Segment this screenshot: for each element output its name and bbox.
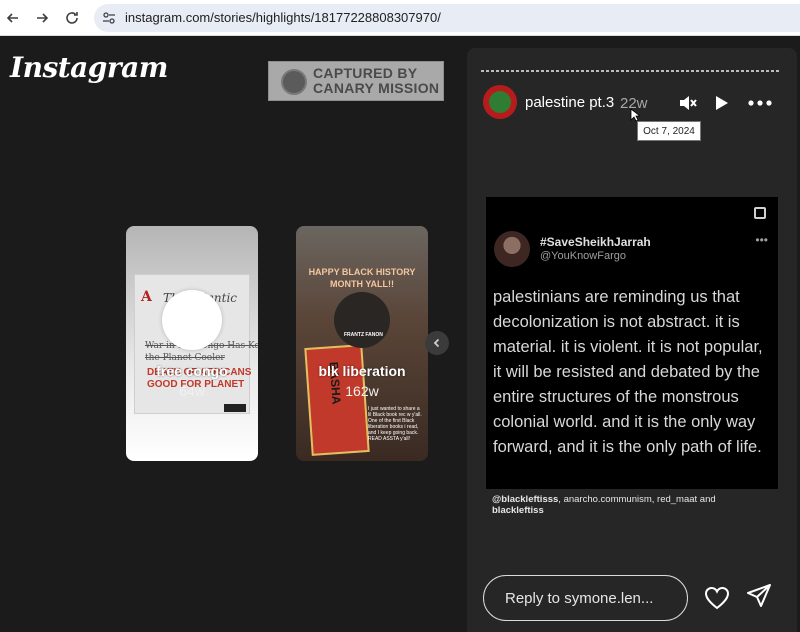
highlight-name: free congo (156, 363, 228, 379)
story-mentions: @blackleftisss, anarcho.communism, red_m… (492, 494, 716, 516)
browser-toolbar: instagram.com/stories/highlights/1817722… (0, 0, 800, 36)
more-options-icon[interactable] (747, 92, 773, 114)
mention-user-2[interactable]: blackleftiss (492, 505, 544, 516)
url-text: instagram.com/stories/highlights/1817722… (125, 10, 441, 25)
publisher-logo (224, 404, 246, 412)
highlight-avatar (162, 290, 222, 350)
highlight-card-blk-liberation[interactable]: HAPPY BLACK HISTORY MONTH YALL!! BASHA I… (296, 226, 428, 461)
play-icon[interactable] (710, 92, 732, 114)
story-progress-bar (481, 70, 781, 72)
card-caption: I just wanted to share a lil Black book … (368, 406, 422, 442)
story-post-image: #SaveSheikhJarrah @YouKnowFargo ••• pale… (486, 197, 778, 489)
back-icon[interactable] (2, 7, 24, 29)
bird-icon (281, 69, 307, 95)
date-tooltip: Oct 7, 2024 (637, 121, 701, 141)
previous-story-button[interactable] (425, 331, 449, 355)
reload-icon[interactable] (61, 7, 83, 29)
reply-input[interactable]: Reply to symone.len... (483, 575, 688, 621)
instagram-logo[interactable]: Instagram (10, 51, 168, 84)
highlight-avatar: FRANTZ FANON (334, 292, 390, 348)
mention-user-1[interactable]: @blackleftisss (492, 494, 558, 505)
reply-placeholder: Reply to symone.len... (505, 590, 654, 607)
highlight-name: blk liberation (318, 363, 406, 379)
watermark-badge: CAPTURED BY CANARY MISSION (268, 61, 444, 101)
watermark-line-1: CAPTURED BY (313, 65, 418, 81)
mute-icon[interactable] (677, 92, 699, 114)
tweet-more-icon: ••• (755, 233, 768, 247)
send-icon[interactable] (745, 582, 773, 610)
heart-icon[interactable] (703, 584, 731, 612)
tweet-name: #SaveSheikhJarrah (540, 235, 651, 249)
tweet-avatar (494, 231, 530, 267)
address-bar[interactable]: instagram.com/stories/highlights/1817722… (94, 4, 800, 32)
tweet-body: palestinians are reminding us that decol… (493, 288, 763, 456)
highlight-card-free-congo[interactable]: A The Atlantic War in the Congo Has Kept… (126, 226, 258, 461)
chevron-left-icon (433, 338, 440, 348)
book-image: BASHA (304, 344, 370, 456)
carousel-icon (754, 207, 766, 219)
forward-icon[interactable] (31, 7, 53, 29)
story-title[interactable]: palestine pt.3 (525, 94, 614, 111)
story-viewer: palestine pt.3 22w Oct 7, 2024 #SaveShei… (467, 48, 797, 632)
highlight-age: 64w (179, 383, 205, 399)
story-avatar[interactable] (483, 85, 517, 119)
card-overlay-text: HAPPY BLACK HISTORY MONTH YALL!! (308, 267, 416, 289)
tweet-handle: @YouKnowFargo (540, 250, 626, 262)
mouse-cursor-icon (630, 108, 642, 122)
site-settings-icon[interactable] (101, 10, 117, 26)
highlight-age: 162w (345, 383, 379, 399)
watermark-line-2: CANARY MISSION (313, 80, 440, 96)
